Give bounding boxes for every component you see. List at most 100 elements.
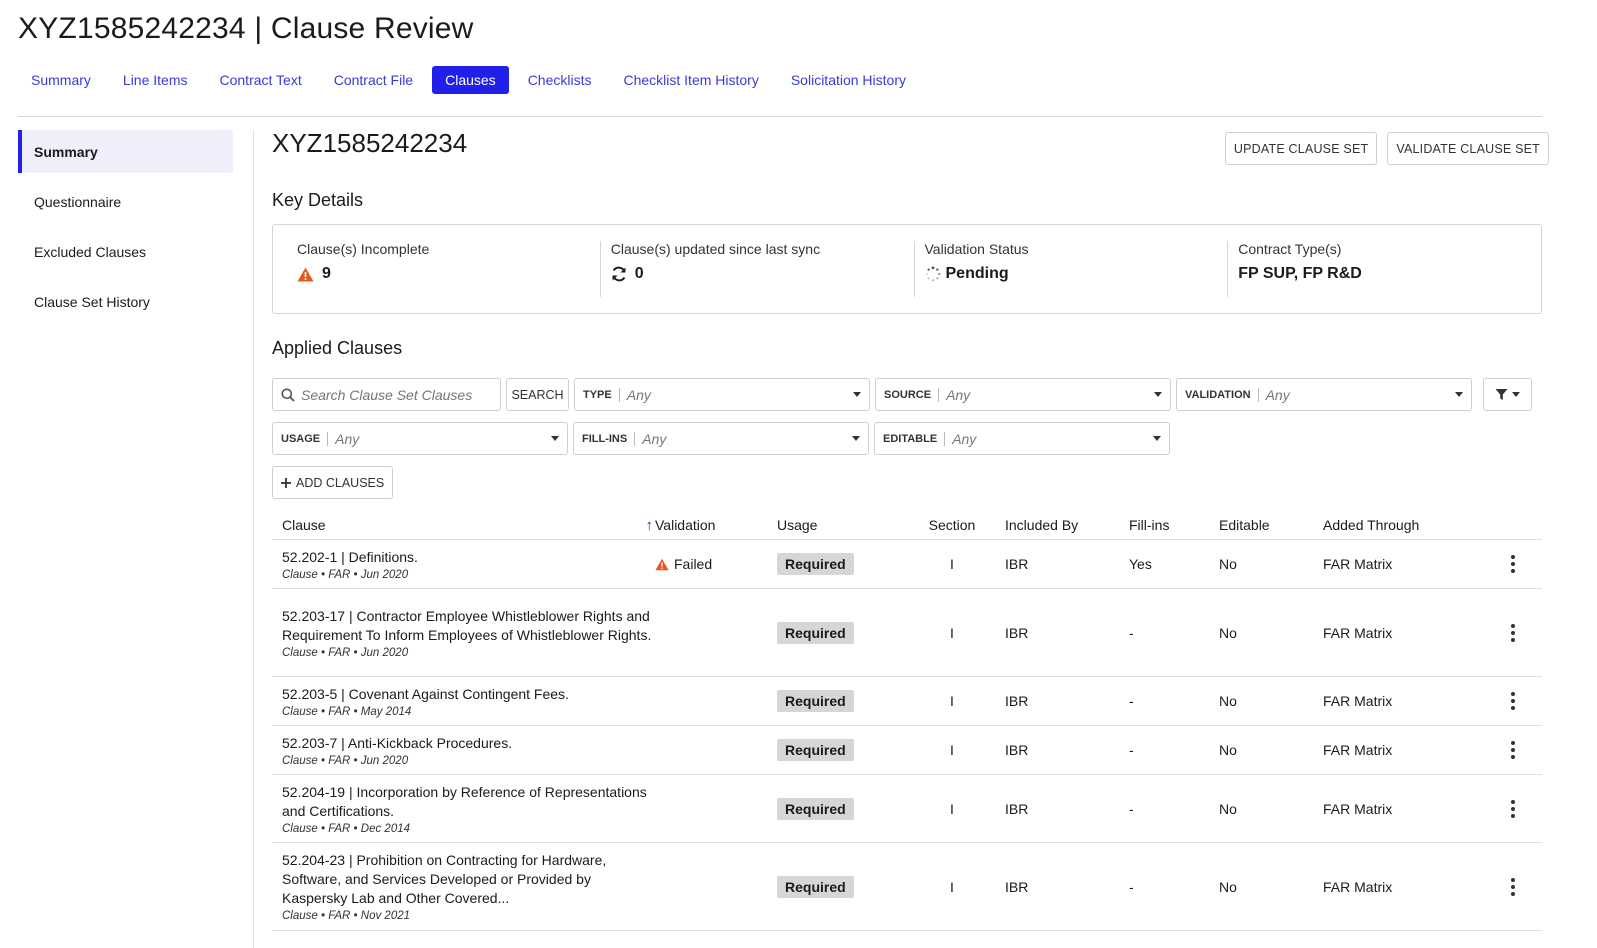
cell-actions <box>1483 874 1542 900</box>
cell-section: I <box>950 742 954 758</box>
clauses-table: Clause ↑ Validation Usage Section Includ… <box>272 510 1542 931</box>
cell-added-through: FAR Matrix <box>1323 556 1393 572</box>
clause-title[interactable]: 52.203-5 | Covenant Against Contingent F… <box>282 685 655 704</box>
kd-validation: Validation Status Pending <box>915 241 1229 297</box>
col-section[interactable]: Section <box>909 517 995 533</box>
sort-ascending-icon[interactable]: ↑ <box>646 517 654 534</box>
table-row[interactable]: 52.202-1 | Definitions. Clause • FAR • Ju… <box>272 540 1542 589</box>
more-options-icon[interactable] <box>1507 737 1519 763</box>
cell-editable: No <box>1219 878 1237 895</box>
col-editable[interactable]: Editable <box>1219 517 1323 533</box>
cell-fillins: - <box>1129 624 1134 641</box>
cell-usage: Required <box>777 553 909 575</box>
clause-meta: Clause • FAR • Jun 2020 <box>282 568 409 581</box>
clause-filters: SEARCH TYPE Any SOURCE Any VALIDATION An… <box>272 378 1542 510</box>
table-body: 52.202-1 | Definitions. Clause • FAR • Ju… <box>272 540 1542 931</box>
col-included-by[interactable]: Included By <box>995 517 1129 533</box>
update-clause-set-button[interactable]: UPDATE CLAUSE SET <box>1224 132 1378 165</box>
tab-solicitation-history[interactable]: Solicitation History <box>778 66 919 94</box>
chevron-down-icon <box>1512 392 1520 397</box>
usage-filter-select[interactable]: USAGE Any <box>272 422 568 455</box>
col-clause[interactable]: Clause ↑ <box>272 516 655 534</box>
more-options-icon[interactable] <box>1507 551 1519 577</box>
tab-checklists[interactable]: Checklists <box>515 66 605 94</box>
cell-fillins: - <box>1129 693 1134 709</box>
chevron-down-icon <box>1153 436 1161 441</box>
usage-badge: Required <box>777 553 854 575</box>
fillins-filter-label: FILL-INS <box>582 431 636 446</box>
fillins-filter-select[interactable]: FILL-INS Any <box>573 422 869 455</box>
pending-spinner-icon <box>925 266 940 282</box>
col-added-through[interactable]: Added Through <box>1323 517 1483 533</box>
table-row[interactable]: 52.203-5 | Covenant Against Contingent F… <box>272 677 1542 726</box>
col-fillins[interactable]: Fill-ins <box>1129 517 1219 533</box>
validate-clause-set-button[interactable]: VALIDATE CLAUSE SET <box>1387 132 1549 165</box>
key-details-heading: Key Details <box>272 190 364 210</box>
more-options-icon[interactable] <box>1507 688 1519 714</box>
table-row[interactable]: 52.203-17 | Contractor Employee Whistleb… <box>272 589 1542 677</box>
kd-incomplete: Clause(s) Incomplete 9 <box>273 241 601 297</box>
cell-added-through: FAR Matrix <box>1323 624 1393 641</box>
tab-line-items[interactable]: Line Items <box>110 66 201 94</box>
add-clauses-label: ADD CLAUSES <box>296 475 385 490</box>
cell-included-by: IBR <box>1005 742 1029 758</box>
more-options-icon[interactable] <box>1507 796 1519 822</box>
validation-filter-label: VALIDATION <box>1185 387 1259 402</box>
cell-usage: Required <box>777 797 909 820</box>
more-options-icon[interactable] <box>1507 874 1519 900</box>
editable-filter-value: Any <box>952 430 977 447</box>
cell-usage: Required <box>777 739 909 761</box>
sidenav-item-clause-set-history[interactable]: Clause Set History <box>18 280 233 323</box>
editable-filter-select[interactable]: EDITABLE Any <box>874 422 1170 455</box>
add-clauses-button[interactable]: ADD CLAUSES <box>272 466 394 499</box>
search-button[interactable]: SEARCH <box>506 378 569 411</box>
cell-section: I <box>950 878 954 895</box>
cell-clause: 52.204-23 | Prohibition on Contracting f… <box>272 851 655 922</box>
cell-added-through: FAR Matrix <box>1323 742 1393 758</box>
cell-editable: No <box>1219 800 1237 817</box>
col-clause-label: Clause <box>282 516 326 533</box>
tab-contract-text[interactable]: Contract Text <box>207 66 315 94</box>
cell-fillins: Yes <box>1129 556 1152 572</box>
kd-incomplete-label: Clause(s) Incomplete <box>297 241 430 257</box>
table-row[interactable]: 52.203-7 | Anti-Kickback Procedures. Clau… <box>272 726 1542 775</box>
advanced-filter-button[interactable] <box>1483 378 1532 411</box>
table-row[interactable]: 52.204-23 | Prohibition on Contracting f… <box>272 843 1542 931</box>
clause-title[interactable]: 52.203-17 | Contractor Employee Whistleb… <box>282 607 655 645</box>
col-usage[interactable]: Usage <box>777 517 909 533</box>
clause-title[interactable]: 52.203-7 | Anti-Kickback Procedures. <box>282 734 655 753</box>
tab-checklist-item-history[interactable]: Checklist Item History <box>610 66 771 94</box>
sidenav-item-excluded-clauses[interactable]: Excluded Clauses <box>18 230 233 273</box>
sidenav-item-summary[interactable]: Summary <box>18 130 233 173</box>
sidebar-divider <box>253 130 254 948</box>
validation-status-text: Failed <box>674 556 713 572</box>
cell-section: I <box>950 693 954 709</box>
table-header: Clause ↑ Validation Usage Section Includ… <box>272 510 1542 540</box>
more-options-icon[interactable] <box>1507 620 1519 646</box>
applied-clauses-heading: Applied Clauses <box>272 338 403 358</box>
tab-contract-file[interactable]: Contract File <box>321 66 426 94</box>
search-input[interactable] <box>301 386 491 403</box>
cell-included-by: IBR <box>1005 556 1029 572</box>
tab-summary[interactable]: Summary <box>18 66 104 94</box>
clause-title[interactable]: 52.204-23 | Prohibition on Contracting f… <box>282 851 655 908</box>
fillins-filter-value: Any <box>642 430 667 447</box>
col-validation[interactable]: Validation <box>655 517 777 533</box>
clause-title[interactable]: 52.204-19 | Incorporation by Reference o… <box>282 783 655 821</box>
validation-filter-value: Any <box>1265 386 1290 403</box>
usage-badge: Required <box>777 739 854 761</box>
plus-icon <box>281 477 291 488</box>
clause-title[interactable]: 52.202-1 | Definitions. <box>282 548 655 567</box>
usage-filter-label: USAGE <box>281 431 329 446</box>
usage-badge: Required <box>777 797 854 820</box>
contract-id-heading: XYZ1585242234 <box>272 128 468 158</box>
sidenav-item-questionnaire[interactable]: Questionnaire <box>18 180 233 223</box>
source-filter-select[interactable]: SOURCE Any <box>875 378 1171 411</box>
kd-contract-types: Contract Type(s) FP SUP, FP R&D <box>1228 241 1541 297</box>
kd-updated-label: Clause(s) updated since last sync <box>610 241 821 257</box>
usage-filter-value: Any <box>335 430 360 447</box>
tab-clauses[interactable]: Clauses <box>432 66 509 94</box>
validation-filter-select[interactable]: VALIDATION Any <box>1176 378 1472 411</box>
type-filter-select[interactable]: TYPE Any <box>574 378 870 411</box>
table-row[interactable]: 52.204-19 | Incorporation by Reference o… <box>272 775 1542 843</box>
